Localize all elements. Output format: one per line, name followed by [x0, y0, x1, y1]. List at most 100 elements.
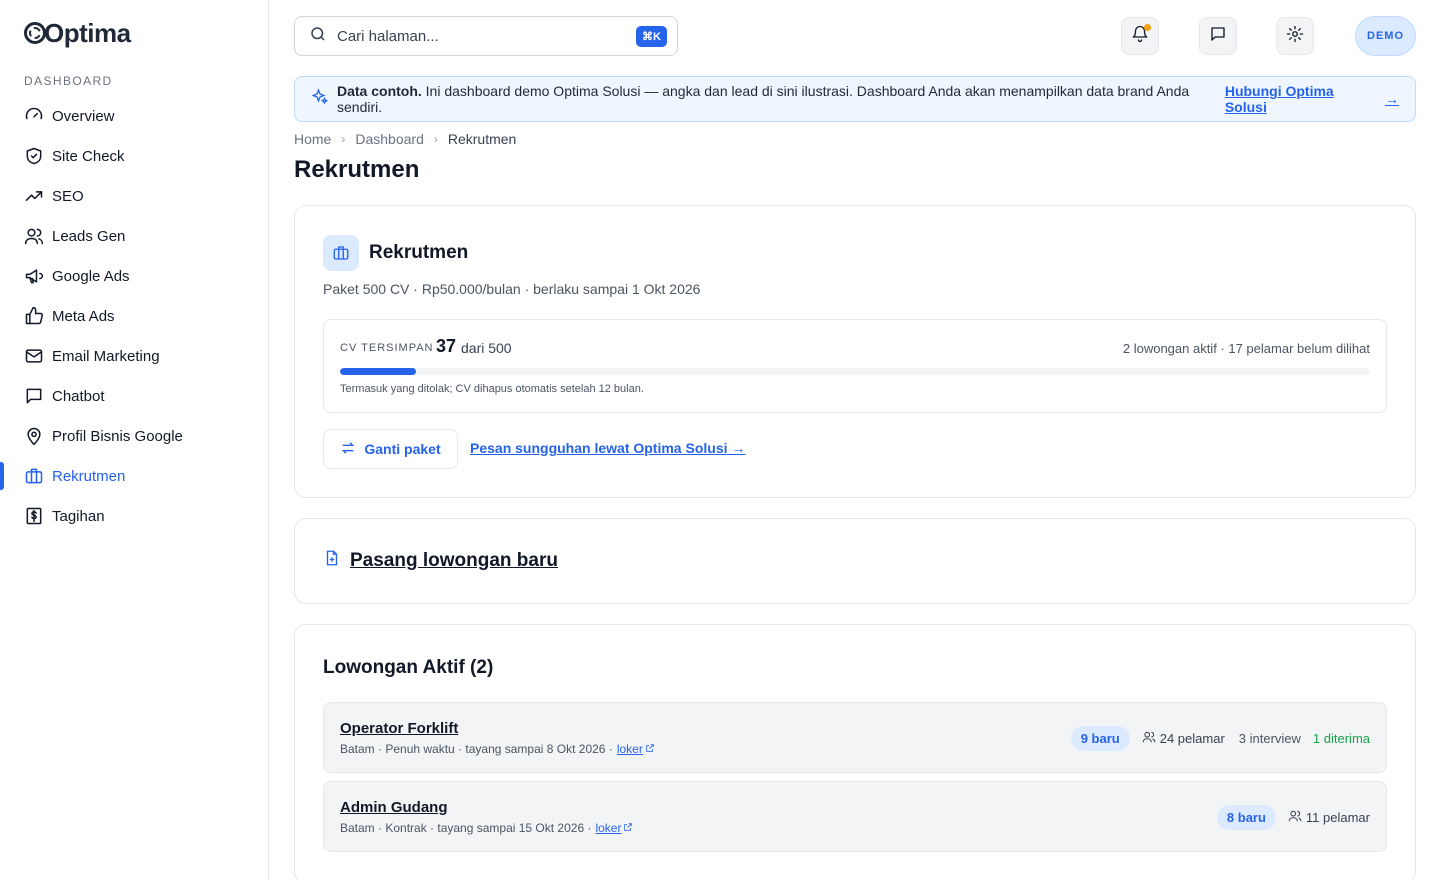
interview-count: 3 interview	[1238, 731, 1301, 746]
new-applicants-badge[interactable]: 9 baru	[1070, 726, 1130, 751]
job-stats: 9 baru 24 pelamar 3 interview 1 diterima	[1070, 726, 1370, 751]
sidebar-item-rekrutmen[interactable]: Rekrutmen	[0, 456, 268, 496]
active-jobs-card: Lowongan Aktif (2) Operator Forklift Bat…	[294, 624, 1416, 880]
quota-label: CV TERSIMPAN	[340, 342, 434, 354]
users-icon	[1142, 730, 1160, 747]
sidebar-item-meta-ads[interactable]: Meta Ads	[0, 296, 268, 336]
chevron-right-icon: ›	[341, 132, 346, 146]
applicants-label: 11 pelamar	[1305, 810, 1370, 825]
banner-bold: Data contoh.	[337, 83, 422, 99]
notification-dot	[1144, 24, 1151, 31]
arrow-right-icon: →	[1385, 91, 1399, 107]
file-plus-icon	[323, 549, 341, 572]
demo-banner: Data contoh. Ini dashboard demo Optima S…	[294, 76, 1416, 122]
sparkles-icon	[311, 87, 337, 111]
job-title[interactable]: Operator Forklift	[340, 720, 458, 737]
accepted-count: 1 diterima	[1312, 731, 1370, 746]
new-job-link[interactable]: Pasang lowongan baru	[350, 550, 558, 572]
sidebar-item-leads-gen[interactable]: Leads Gen	[0, 216, 268, 256]
quota-total: dari 500	[461, 340, 512, 356]
active-jobs-title: Lowongan Aktif (2)	[323, 657, 494, 678]
quota-note: Termasuk yang ditolak; CV dihapus otomat…	[340, 383, 644, 395]
applicants-label: 24 pelamar	[1159, 731, 1225, 746]
gear-icon	[1286, 25, 1304, 48]
sidebar-item-label: Chatbot	[52, 387, 105, 405]
sidebar-item-label: Google Ads	[52, 267, 130, 285]
trending-up-icon	[24, 186, 44, 206]
messages-button[interactable]	[1199, 17, 1237, 55]
external-link-icon	[621, 821, 633, 835]
quota-progress-bar	[340, 368, 1370, 375]
message-icon	[1209, 25, 1227, 48]
mail-icon	[24, 346, 44, 366]
breadcrumb: Home › Dashboard › Rekrutmen	[294, 131, 516, 147]
search-bar[interactable]: ⌘K	[294, 16, 678, 56]
shield-check-icon	[24, 146, 44, 166]
sidebar-item-label: Leads Gen	[52, 227, 126, 245]
avatar[interactable]: DEMO	[1355, 16, 1416, 56]
banner-message: Ini dashboard demo Optima Solusi — angka…	[337, 83, 1190, 115]
sidebar-item-label: Profil Bisnis Google	[52, 427, 183, 445]
sidebar: Optima DASHBOARD Overview Site Check SEO…	[0, 0, 269, 880]
sidebar-item-seo[interactable]: SEO	[0, 176, 268, 216]
breadcrumb-current: Rekrutmen	[447, 131, 517, 147]
nav-section-title: DASHBOARD	[24, 74, 113, 88]
applicants-count: 24 pelamar	[1142, 730, 1225, 747]
sidebar-item-label: Site Check	[52, 147, 125, 165]
gauge-icon	[24, 106, 44, 126]
sidebar-item-email-marketing[interactable]: Email Marketing	[0, 336, 268, 376]
cv-quota-box: CV TERSIMPAN 37 dari 500 2 lowongan akti…	[323, 319, 1387, 413]
sidebar-item-label: Rekrutmen	[52, 467, 126, 485]
change-plan-label: Ganti paket	[364, 441, 441, 457]
breadcrumb-dashboard[interactable]: Dashboard	[355, 131, 424, 147]
sidebar-item-label: Email Marketing	[52, 347, 160, 365]
sidebar-item-site-check[interactable]: Site Check	[0, 136, 268, 176]
sidebar-item-google-ads[interactable]: Google Ads	[0, 256, 268, 296]
plan-header: Rekrutmen	[323, 235, 468, 271]
job-row[interactable]: Admin Gudang Batam · Kontrak · tayang sa…	[323, 781, 1387, 852]
sidebar-item-label: Tagihan	[52, 507, 105, 525]
applicants-count: 11 pelamar	[1288, 809, 1370, 826]
briefcase-icon	[323, 235, 359, 271]
invoice-icon	[24, 506, 44, 526]
job-meta-text: Batam · Penuh waktu · tayang sampai 8 Ok…	[340, 742, 613, 756]
quota-progress-fill	[340, 368, 417, 375]
swap-icon	[340, 440, 364, 459]
users-icon	[1288, 809, 1306, 826]
job-meta: Batam · Kontrak · tayang sampai 15 Okt 2…	[340, 821, 633, 835]
brand-logo[interactable]: Optima	[24, 18, 131, 48]
job-link[interactable]: loker	[595, 821, 621, 835]
sidebar-nav: Overview Site Check SEO Leads Gen Google…	[0, 96, 268, 536]
breadcrumb-home[interactable]: Home	[294, 131, 331, 147]
job-title[interactable]: Admin Gudang	[340, 799, 448, 816]
briefcase-icon	[24, 466, 44, 486]
new-job-card[interactable]: Pasang lowongan baru	[294, 518, 1416, 604]
job-meta-text: Batam · Kontrak · tayang sampai 15 Okt 2…	[340, 821, 592, 835]
thumbs-up-icon	[24, 306, 44, 326]
sidebar-item-overview[interactable]: Overview	[0, 96, 268, 136]
search-icon	[309, 25, 327, 48]
settings-button[interactable]	[1276, 17, 1314, 55]
plan-subtitle: Paket 500 CV · Rp50.000/bulan · berlaku …	[323, 281, 701, 297]
notifications-button[interactable]	[1121, 17, 1159, 55]
page-title: Rekrutmen	[294, 156, 420, 183]
sidebar-item-tagihan[interactable]: Tagihan	[0, 496, 268, 536]
job-row[interactable]: Operator Forklift Batam · Penuh waktu · …	[323, 702, 1387, 773]
quota-used: 37	[436, 336, 457, 356]
search-input[interactable]	[337, 27, 637, 45]
new-applicants-badge[interactable]: 8 baru	[1216, 805, 1276, 830]
new-job-header[interactable]: Pasang lowongan baru	[323, 549, 558, 572]
contact-link-label: Hubungi Optima Solusi	[1224, 83, 1334, 115]
sidebar-item-profil-bisnis-google[interactable]: Profil Bisnis Google	[0, 416, 268, 456]
job-link[interactable]: loker	[617, 742, 643, 756]
change-plan-button[interactable]: Ganti paket	[323, 429, 458, 469]
sidebar-item-label: SEO	[52, 187, 84, 205]
sidebar-item-label: Meta Ads	[52, 307, 115, 325]
sidebar-item-chatbot[interactable]: Chatbot	[0, 376, 268, 416]
quota-summary: 2 lowongan aktif · 17 pelamar belum dili…	[1122, 341, 1370, 356]
chevron-right-icon: ›	[433, 132, 438, 146]
contact-link[interactable]: Hubungi Optima Solusi →	[1225, 83, 1399, 115]
plan-card: Rekrutmen Paket 500 CV · Rp50.000/bulan …	[294, 205, 1416, 498]
order-link[interactable]: Pesan sungguhan lewat Optima Solusi →	[470, 440, 745, 456]
job-meta: Batam · Penuh waktu · tayang sampai 8 Ok…	[340, 742, 655, 756]
